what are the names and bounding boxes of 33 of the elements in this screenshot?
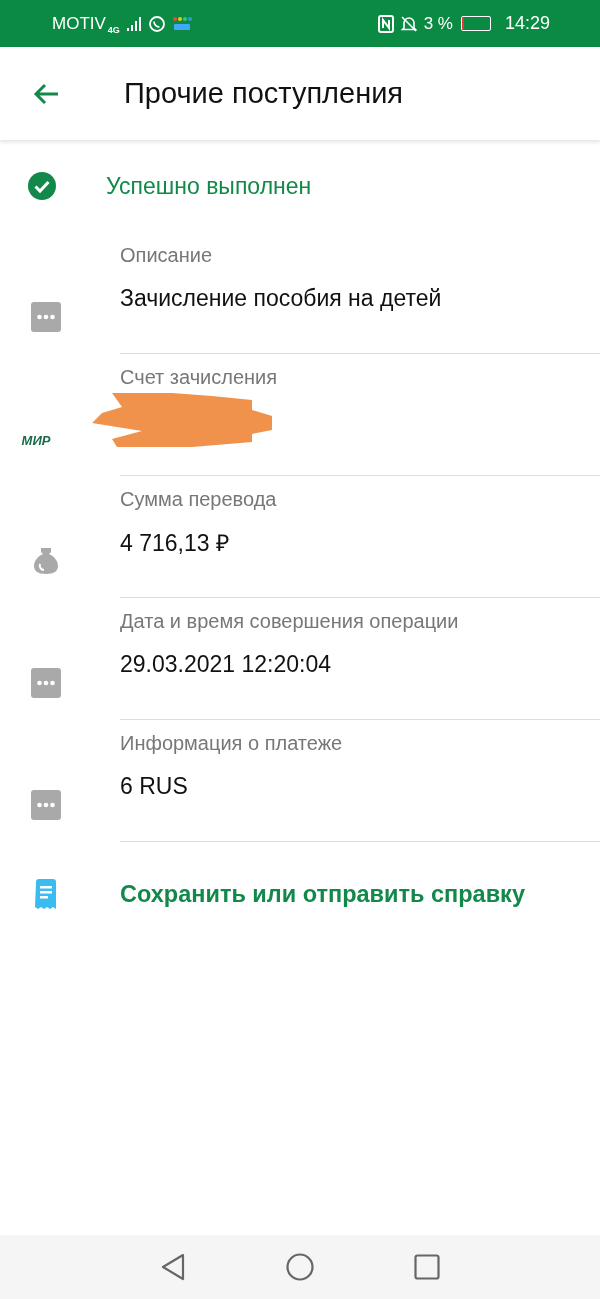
field-label: Описание <box>120 244 214 267</box>
home-nav-icon[interactable] <box>286 1253 314 1281</box>
field-value: Зачисление пособия на детей <box>120 284 442 312</box>
field-value: 4 716,13 ₽ <box>120 529 229 558</box>
clock: 14:29 <box>504 13 550 34</box>
field-value: 29.03.2021 12:20:04 <box>120 650 332 678</box>
app-icon <box>171 15 192 32</box>
more-icon <box>31 790 61 820</box>
recents-nav-icon[interactable] <box>414 1254 440 1280</box>
screen-title: Прочие поступления <box>124 77 404 110</box>
money-bag-icon <box>31 546 61 576</box>
carrier-name: MOTIV <box>52 13 106 34</box>
receipt-icon <box>34 879 58 909</box>
field-label: Информация о платеже <box>120 732 344 755</box>
field-value: 6 RUS <box>120 772 188 800</box>
back-nav-icon[interactable] <box>160 1253 186 1281</box>
check-circle-icon <box>28 172 56 200</box>
field-label: Сумма перевода <box>120 488 278 511</box>
card-system-logo: МИР <box>21 433 51 450</box>
battery-icon <box>460 16 491 31</box>
nfc-icon <box>377 14 394 33</box>
save-receipt-link[interactable]: Сохранить или отправить справку <box>120 880 525 908</box>
field-label: Дата и время совершения операции <box>120 610 460 633</box>
network-type: 4G <box>107 24 120 35</box>
more-icon <box>31 668 61 698</box>
muted-bell-icon <box>399 14 418 33</box>
back-arrow-icon <box>32 81 60 106</box>
operation-status: Успешно выполнен <box>106 172 312 200</box>
more-icon <box>31 302 61 332</box>
battery-percent: 3 % <box>423 13 453 34</box>
field-label: Счет зачисления <box>120 366 279 389</box>
chat-icon <box>147 14 166 33</box>
signal-icon <box>125 15 142 32</box>
